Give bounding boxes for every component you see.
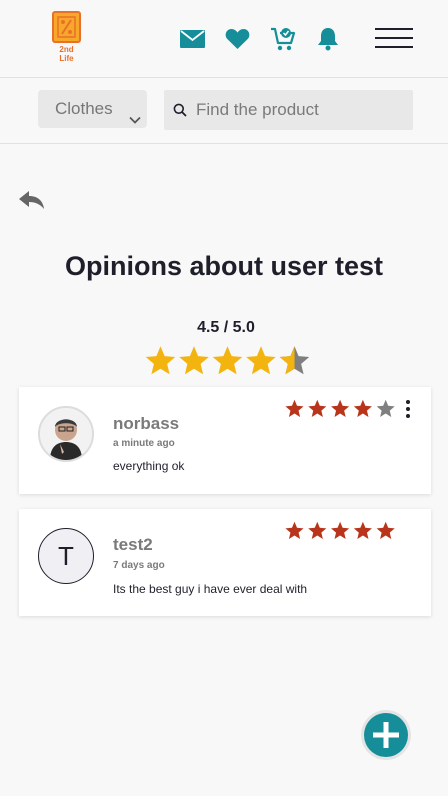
logo-text-line2: Life <box>59 54 74 63</box>
star-full-icon <box>246 346 276 375</box>
review-text: Its the best guy i have ever deal with <box>113 582 308 596</box>
star-empty-icon <box>376 399 395 417</box>
star-full-icon <box>145 346 176 375</box>
star-full-icon <box>179 346 209 375</box>
search-icon <box>173 103 187 122</box>
review-time: a minute ago <box>113 438 175 449</box>
star-full-icon <box>212 346 243 375</box>
review-card: norbass a minute ago everything ok <box>19 387 431 494</box>
star-full-icon <box>331 521 350 539</box>
top-header: 2nd Life <box>0 0 448 78</box>
avatar <box>38 406 94 462</box>
review-rating-stars <box>285 399 395 419</box>
review-text: everything ok <box>113 459 185 473</box>
mail-icon[interactable] <box>180 27 205 51</box>
add-review-button[interactable] <box>361 710 411 760</box>
star-full-icon <box>353 399 372 417</box>
search-input[interactable] <box>196 90 406 130</box>
bell-icon[interactable] <box>317 27 339 51</box>
star-full-icon <box>331 399 350 417</box>
review-card: T test2 7 days ago Its the best guy i ha… <box>19 509 431 616</box>
star-full-icon <box>285 399 304 417</box>
chevron-down-icon <box>129 102 141 140</box>
review-author: test2 <box>113 535 153 554</box>
hamburger-menu-icon[interactable] <box>375 28 413 48</box>
star-half-icon <box>279 346 310 375</box>
back-arrow-icon[interactable] <box>18 189 45 216</box>
logo-text-line1: 2nd <box>59 45 73 54</box>
review-rating-stars <box>285 521 395 541</box>
more-options-icon[interactable] <box>405 399 411 419</box>
plus-icon <box>373 722 399 748</box>
app-logo[interactable]: 2nd Life <box>52 11 81 63</box>
star-full-icon <box>285 521 304 539</box>
average-rating-stars <box>145 345 310 377</box>
category-select[interactable]: Clothes <box>38 90 147 128</box>
page-title: Opinions about user test <box>64 251 384 281</box>
star-full-icon <box>353 521 372 539</box>
search-field[interactable] <box>164 90 413 130</box>
average-score: 4.5 / 5.0 <box>197 319 255 336</box>
star-full-icon <box>308 399 327 417</box>
category-select-value: Clothes <box>55 99 113 118</box>
star-full-icon <box>376 521 395 539</box>
search-bar: Clothes <box>0 78 448 144</box>
star-full-icon <box>308 521 327 539</box>
cart-icon[interactable] <box>270 27 296 51</box>
review-time: 7 days ago <box>113 560 165 571</box>
avatar: T <box>38 528 94 584</box>
review-author: norbass <box>113 414 180 433</box>
heart-icon[interactable] <box>225 27 250 51</box>
